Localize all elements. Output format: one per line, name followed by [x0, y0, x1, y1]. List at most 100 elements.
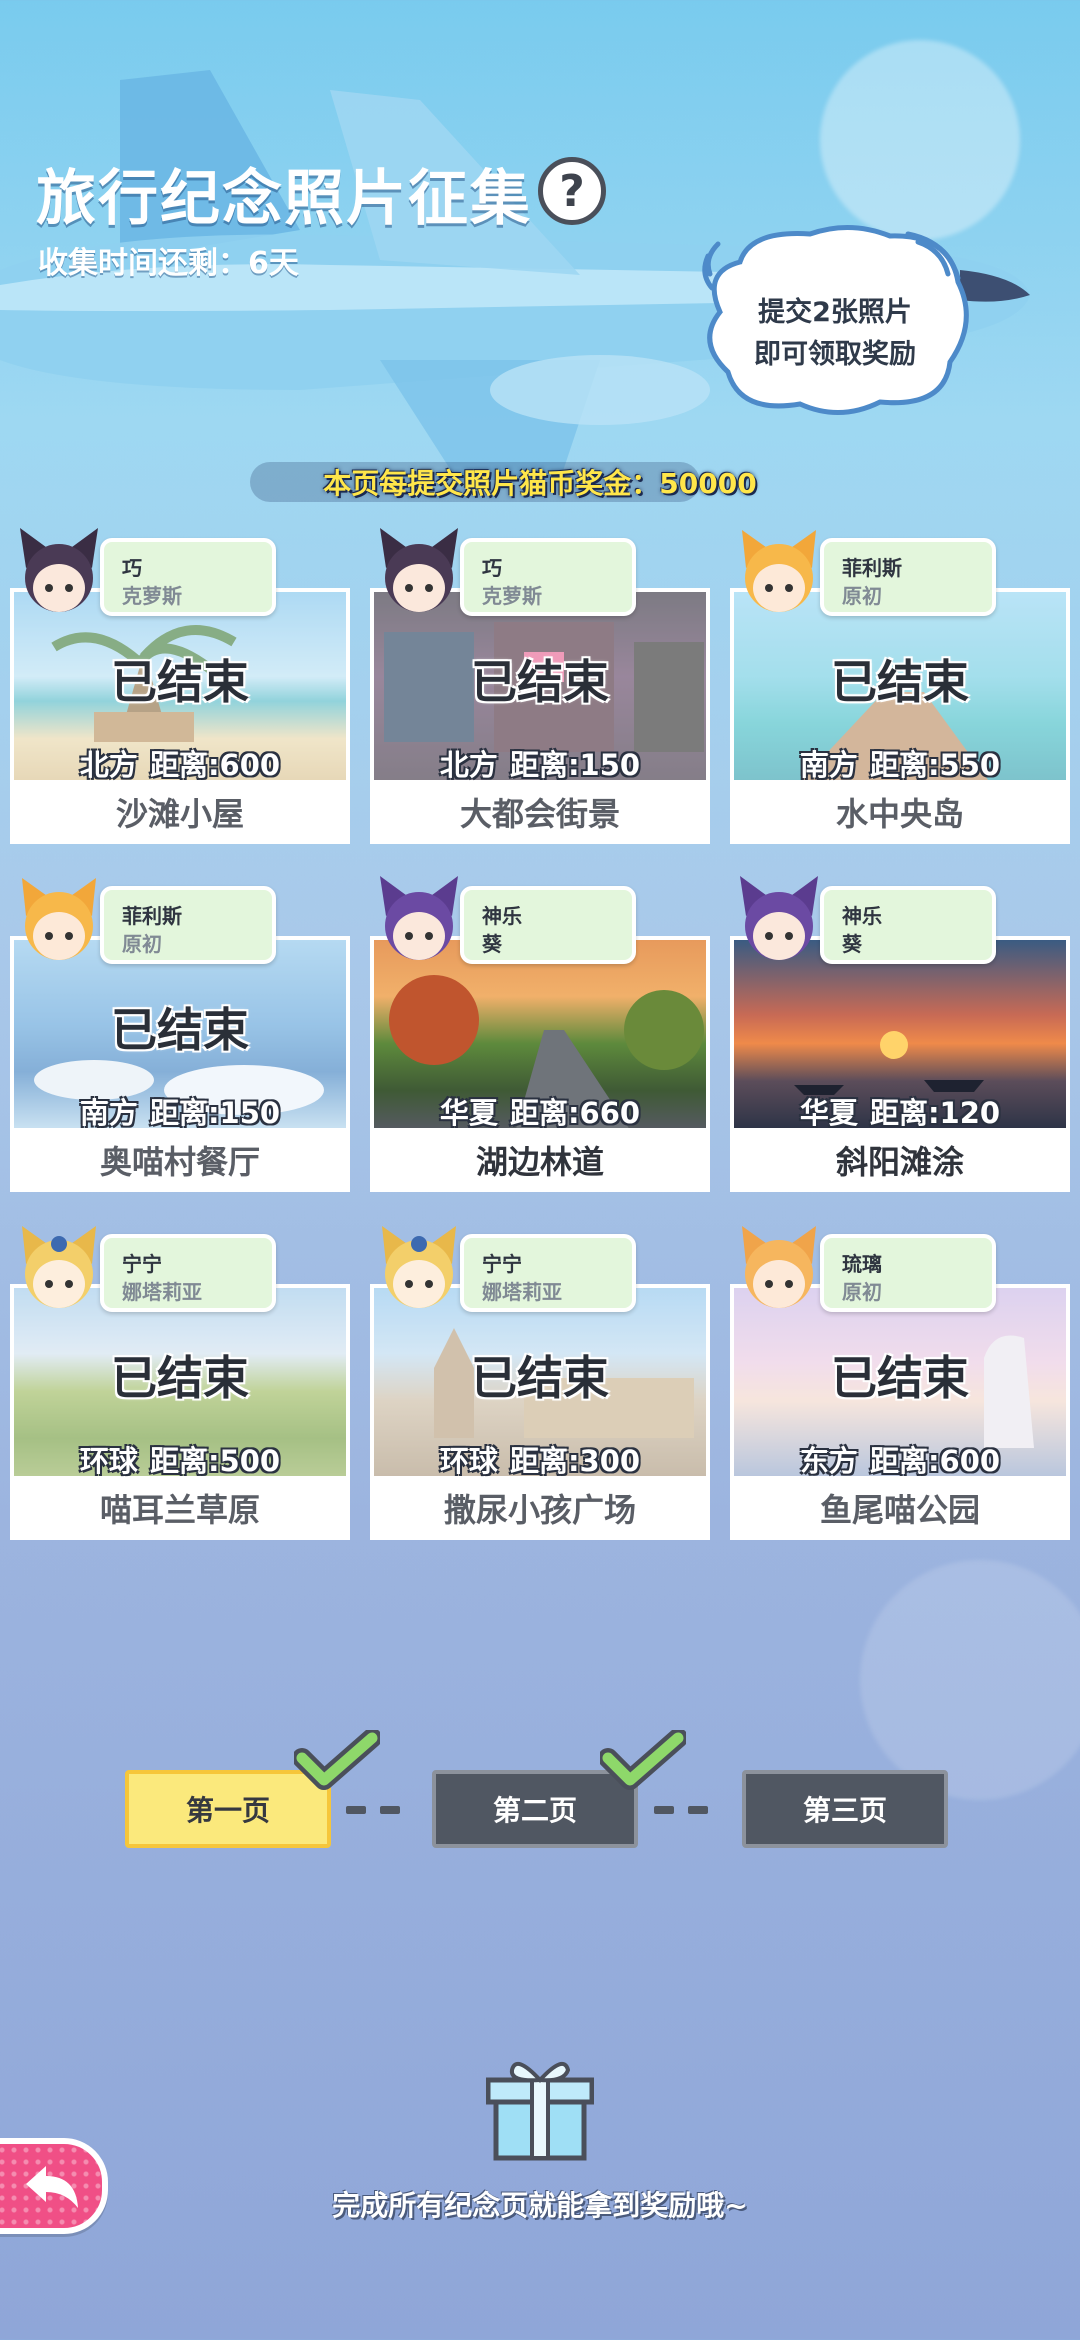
distance: 距离:120 — [869, 1096, 1001, 1130]
cat-avatar-icon — [380, 528, 458, 612]
status-label: 已结束 — [111, 1351, 249, 1405]
direction: 北方 — [79, 748, 138, 782]
char-name: 神乐 — [842, 904, 882, 928]
distance-label: 南方 距离:150 — [10, 1090, 350, 1132]
card-title: 湖边林道 — [370, 1132, 710, 1192]
direction: 南方 — [799, 748, 858, 782]
time-remaining: 收集时间还剩：6天 — [38, 246, 299, 281]
pager-connector — [380, 1806, 400, 1814]
char-group: 葵 — [842, 932, 862, 956]
checkmark-icon — [600, 1730, 686, 1790]
character-tag: 宁宁 娜塔莉亚 — [100, 1234, 276, 1312]
photo-card[interactable]: 华夏 距离:120 斜阳滩涂 神乐 葵 — [730, 876, 1070, 1206]
char-name: 琉璃 — [842, 1252, 882, 1276]
photo-card[interactable]: 已结束 环球 距离:500 喵耳兰草原 宁宁 娜塔莉亚 — [10, 1226, 350, 1554]
character-tag: 琉璃 原初 — [820, 1234, 996, 1312]
distance: 距离:600 — [869, 1444, 1001, 1478]
card-title: 大都会街景 — [370, 784, 710, 844]
cat-avatar-icon — [742, 530, 816, 612]
distance: 距离:150 — [149, 1096, 281, 1130]
distance: 距离:660 — [509, 1096, 641, 1130]
gift-icon[interactable] — [486, 2052, 594, 2162]
photo-card[interactable]: 华夏 距离:660 湖边林道 神乐 葵 — [370, 876, 710, 1206]
card-title: 斜阳滩涂 — [730, 1132, 1070, 1192]
distance-label: 华夏 距离:660 — [370, 1090, 710, 1132]
pager-connector — [688, 1806, 708, 1814]
pager-connector — [654, 1806, 674, 1814]
page-title: 旅行纪念照片征集 — [36, 164, 532, 234]
distance-label: 华夏 距离:120 — [730, 1090, 1070, 1132]
direction: 北方 — [439, 748, 498, 782]
char-group: 原初 — [842, 1280, 882, 1304]
distance: 距离:600 — [149, 748, 281, 782]
bonus-text: 本页每提交照片猫币奖金：50000 — [323, 467, 757, 500]
char-name: 宁宁 — [122, 1252, 162, 1276]
char-group: 娜塔莉亚 — [482, 1280, 562, 1304]
char-group: 原初 — [122, 932, 162, 956]
page-3-button[interactable]: 第三页 — [742, 1770, 948, 1848]
photo-card[interactable]: 已结束 南方 距离:150 奥喵村餐厅 菲利斯 原初 — [10, 878, 350, 1206]
photo-card[interactable]: 已结束 东方 距离:600 鱼尾喵公园 琉璃 原初 — [730, 1226, 1070, 1554]
card-title: 奥喵村餐厅 — [10, 1132, 350, 1192]
character-tag: 菲利斯 原初 — [100, 886, 276, 964]
char-name: 神乐 — [482, 904, 522, 928]
checkmark-icon — [294, 1730, 380, 1790]
direction: 华夏 — [799, 1096, 858, 1130]
status-label: 已结束 — [471, 1351, 609, 1405]
distance: 距离:150 — [509, 748, 641, 782]
char-name: 巧 — [122, 556, 142, 580]
hint-bubble: 提交2张照片 即可领取奖励 — [700, 222, 970, 422]
card-title: 水中央岛 — [730, 784, 1070, 844]
cat-avatar-icon — [20, 528, 98, 612]
photo-card[interactable]: 已结束 北方 距离:150 大都会街景 巧 克萝斯 — [370, 528, 710, 858]
direction: 环球 — [439, 1444, 498, 1478]
character-tag: 神乐 葵 — [820, 886, 996, 964]
distance-label: 北方 距离:600 — [10, 742, 350, 784]
photo-card[interactable]: 已结束 环球 距离:300 撒尿小孩广场 宁宁 娜塔莉亚 — [370, 1226, 710, 1554]
character-tag: 神乐 葵 — [460, 886, 636, 964]
photo-card[interactable]: 已结束 南方 距离:550 水中央岛 菲利斯 原初 — [730, 530, 1070, 858]
status-label: 已结束 — [831, 1351, 969, 1405]
char-name: 巧 — [482, 556, 502, 580]
back-button[interactable] — [0, 2138, 108, 2234]
distance-label: 东方 距离:600 — [730, 1438, 1070, 1480]
character-tag: 宁宁 娜塔莉亚 — [460, 1234, 636, 1312]
cat-avatar-icon — [382, 1226, 456, 1308]
card-title: 鱼尾喵公园 — [730, 1480, 1070, 1540]
char-group: 葵 — [482, 932, 502, 956]
distance-label: 北方 距离:150 — [370, 742, 710, 784]
distance: 距离:500 — [149, 1444, 281, 1478]
direction: 东方 — [799, 1444, 858, 1478]
character-tag: 菲利斯 原初 — [820, 538, 996, 616]
char-group: 克萝斯 — [482, 584, 542, 608]
direction: 华夏 — [439, 1096, 498, 1130]
character-tag: 巧 克萝斯 — [100, 538, 276, 616]
bubble-line-2: 即可领取奖励 — [754, 339, 916, 370]
char-name: 菲利斯 — [122, 904, 182, 928]
status-label: 已结束 — [111, 655, 249, 709]
direction: 南方 — [79, 1096, 138, 1130]
distance-label: 环球 距离:500 — [10, 1438, 350, 1480]
char-name: 菲利斯 — [842, 556, 902, 580]
photo-card[interactable]: 已结束 北方 距离:600 沙滩小屋 巧 克萝斯 — [10, 528, 350, 858]
reward-hint: 完成所有纪念页就能拿到奖励哦~ — [332, 2189, 748, 2222]
card-title: 撒尿小孩广场 — [370, 1480, 710, 1540]
distance: 距离:300 — [509, 1444, 641, 1478]
help-icon[interactable]: ? — [538, 157, 606, 225]
status-label: 已结束 — [111, 1003, 249, 1057]
char-group: 克萝斯 — [122, 584, 182, 608]
char-group: 原初 — [842, 584, 882, 608]
cat-avatar-icon — [742, 1226, 816, 1308]
cat-avatar-icon — [22, 1226, 96, 1308]
card-title: 喵耳兰草原 — [10, 1480, 350, 1540]
character-tag: 巧 克萝斯 — [460, 538, 636, 616]
distance-label: 环球 距离:300 — [370, 1438, 710, 1480]
char-name: 宁宁 — [482, 1252, 522, 1276]
cat-avatar-icon — [740, 876, 818, 960]
card-title: 沙滩小屋 — [10, 784, 350, 844]
status-label: 已结束 — [471, 655, 609, 709]
cat-avatar-icon — [380, 876, 458, 960]
direction: 环球 — [79, 1444, 138, 1478]
pager-connector — [346, 1806, 366, 1814]
bg-glow — [860, 1560, 1080, 1800]
